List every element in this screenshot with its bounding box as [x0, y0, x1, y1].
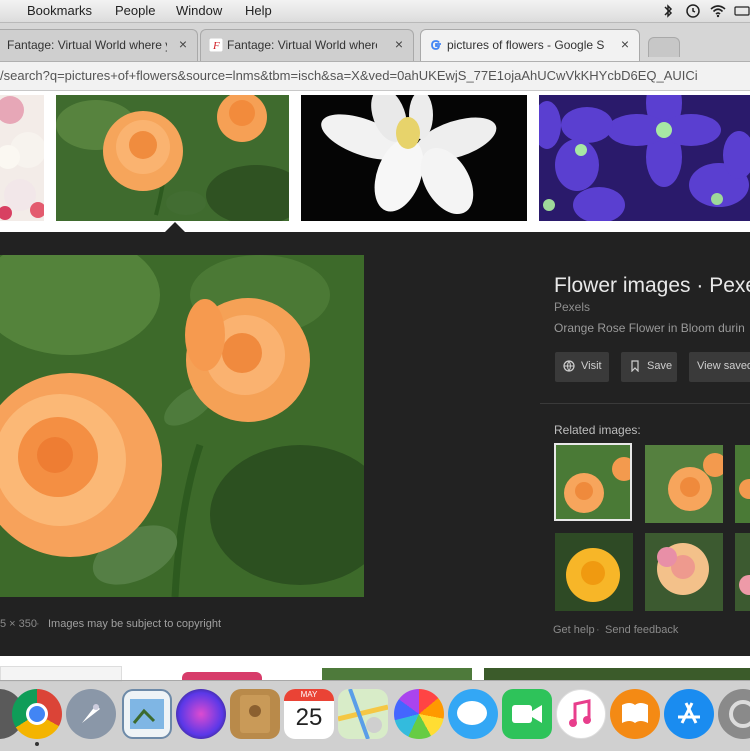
ibooks-icon[interactable] — [610, 689, 660, 739]
footer-separator: · — [596, 624, 600, 636]
send-feedback-link[interactable]: Send feedback — [605, 624, 678, 636]
related-image-5[interactable] — [645, 533, 723, 611]
menu-bookmarks[interactable]: Bookmarks — [27, 3, 92, 18]
chrome-icon[interactable] — [12, 689, 62, 739]
related-image-3[interactable] — [735, 445, 750, 523]
time-machine-icon[interactable] — [685, 3, 701, 19]
new-tab-button[interactable] — [648, 37, 680, 57]
photos-icon[interactable] — [394, 689, 444, 739]
related-image-2[interactable] — [645, 445, 723, 523]
url-text[interactable]: /search?q=pictures+of+flowers&source=lnm… — [0, 68, 698, 83]
itunes-icon[interactable] — [556, 689, 606, 739]
preview-title[interactable]: Flower images · Pexe — [554, 274, 750, 298]
fantage-favicon-icon: F — [209, 38, 223, 52]
messages-icon[interactable] — [448, 689, 498, 739]
dock: MAY 25 — [0, 680, 750, 751]
preview-source[interactable]: Pexels — [554, 300, 590, 314]
tab-title: Fantage: Virtual World where y — [227, 38, 377, 52]
tab-title: Fantage: Virtual World where y — [7, 38, 167, 52]
related-pink-rose-image — [645, 533, 723, 611]
maps-icon[interactable] — [337, 688, 389, 740]
calendar-day: 25 — [295, 704, 323, 731]
battery-icon[interactable] — [734, 3, 750, 19]
svg-text:F: F — [212, 40, 220, 52]
related-image-1[interactable] — [554, 443, 632, 521]
google-favicon-icon — [431, 40, 441, 50]
tab-fantage-1[interactable]: Fantage: Virtual World where y × — [0, 29, 198, 61]
image-result-partial[interactable] — [182, 672, 262, 680]
purple-flowers-image — [539, 95, 750, 221]
menu-help[interactable]: Help — [245, 3, 272, 18]
running-indicator — [35, 742, 39, 746]
close-icon[interactable]: × — [395, 36, 403, 52]
selection-caret — [165, 222, 185, 232]
view-saved-label: View saved — [697, 360, 750, 372]
image-result-bouquet[interactable] — [0, 95, 44, 221]
related-images-label: Related images: — [554, 423, 641, 437]
get-help-link[interactable]: Get help — [553, 624, 595, 636]
siri-icon[interactable] — [176, 689, 226, 739]
tab-title: pictures of flowers - Google S — [447, 38, 605, 52]
related-rose-image — [735, 533, 750, 611]
image-result-white-magnolia[interactable] — [301, 95, 527, 221]
globe-icon — [563, 360, 575, 372]
related-roses-image — [645, 445, 723, 523]
preview-description: Orange Rose Flower in Bloom durin — [554, 321, 745, 335]
bouquet-image — [0, 95, 44, 221]
divider — [540, 403, 750, 404]
system-preferences-icon[interactable] — [718, 689, 750, 739]
menu-people[interactable]: People — [115, 3, 155, 18]
bookmark-icon — [631, 360, 639, 372]
related-image-6[interactable] — [735, 533, 750, 611]
wifi-icon[interactable] — [710, 3, 726, 19]
calendar-icon[interactable]: MAY 25 — [284, 689, 334, 739]
address-bar[interactable]: /search?q=pictures+of+flowers&source=lnm… — [0, 62, 750, 91]
image-result-orange-roses[interactable] — [56, 95, 289, 221]
copyright-notice: Images may be subject to copyright — [48, 618, 222, 630]
related-image-4[interactable] — [555, 533, 633, 611]
related-roses-image — [556, 445, 630, 519]
visit-label: Visit — [581, 360, 602, 372]
image-result-partial[interactable] — [484, 668, 750, 680]
preview-app-icon[interactable] — [122, 689, 172, 739]
image-dimensions: 5 × 350 — [0, 618, 38, 630]
contacts-icon[interactable] — [230, 689, 280, 739]
tab-google-images[interactable]: pictures of flowers - Google S × — [420, 29, 640, 61]
white-magnolia-image — [301, 95, 527, 221]
calendar-month: MAY — [284, 689, 334, 701]
menu-window[interactable]: Window — [176, 3, 222, 18]
orange-roses-image — [56, 95, 289, 221]
related-roses-image — [735, 445, 750, 523]
preview-main-image[interactable] — [0, 255, 364, 597]
menu-bar: Bookmarks People Window Help — [0, 0, 750, 23]
save-label: Save — [647, 360, 673, 372]
tab-strip: Fantage: Virtual World where y × F Fanta… — [0, 23, 750, 62]
footer-separator: · — [36, 618, 40, 630]
image-result-purple-hepatica[interactable] — [539, 95, 750, 221]
close-icon[interactable]: × — [621, 36, 629, 52]
bluetooth-icon[interactable] — [660, 3, 676, 19]
visit-button[interactable]: Visit — [555, 352, 609, 382]
image-result-partial[interactable] — [322, 668, 472, 680]
launchpad-icon[interactable] — [66, 689, 116, 739]
save-button[interactable]: Save — [621, 352, 677, 382]
tab-fantage-2[interactable]: F Fantage: Virtual World where y × — [200, 29, 414, 61]
app-store-icon[interactable] — [664, 689, 714, 739]
related-yellow-rose-image — [555, 533, 633, 611]
large-rose-image — [0, 255, 364, 597]
facetime-icon[interactable] — [502, 689, 552, 739]
close-icon[interactable]: × — [179, 36, 187, 52]
view-saved-button[interactable]: View saved — [689, 352, 750, 382]
